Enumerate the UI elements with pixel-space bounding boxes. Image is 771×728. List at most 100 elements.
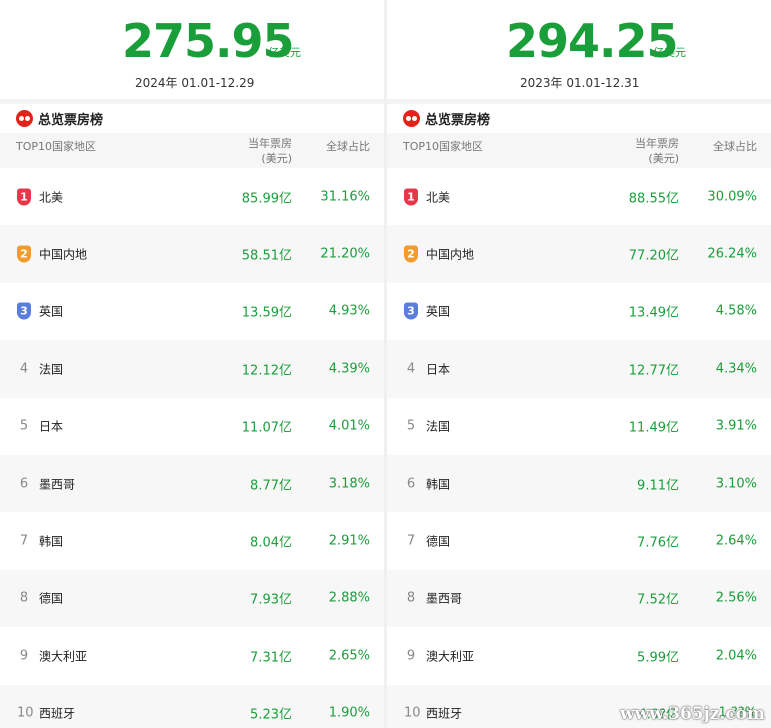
box-office-value: 7.52亿 [637,592,679,608]
header-box-line1: 当年票房 [635,137,679,150]
total-unit: 亿美元 [268,46,301,59]
rank-number: 10 [404,705,421,721]
maoyan-logo-icon [16,109,33,127]
header-box-office: 当年票房 (美元) [635,136,679,166]
rank-number: 5 [406,418,416,434]
section-title: 总览票房榜 [38,112,104,128]
box-office-value: 5.99亿 [637,650,679,666]
section-separator [0,99,384,104]
box-office-value: 13.59亿 [241,305,292,321]
global-share-value: 2.91% [328,533,370,549]
table-row[interactable]: 5 日本 11.07亿 4.01% [0,398,384,455]
total-summary: 275.95 亿美元 2024年 01.01-12.29 [0,12,384,98]
table-header: TOP10国家地区 当年票房 (美元) 全球占比 [0,133,384,168]
box-office-value: 7.93亿 [250,592,292,608]
region-name: 日本 [39,419,64,434]
region-name: 英国 [426,304,451,319]
table-row[interactable]: 4 法国 12.12亿 4.39% [0,340,384,398]
global-share-value: 1.90% [328,705,370,721]
table-row[interactable]: 7 德国 7.76亿 2.64% [387,512,771,569]
global-share-value: 3.10% [715,476,757,492]
global-share-value: 4.34% [715,361,757,377]
region-name: 中国内地 [39,247,88,262]
panel-2023: 294.25 亿美元 2023年 01.01-12.31 总览票房榜 TOP10… [387,0,771,728]
global-share-value: 3.18% [328,476,370,492]
total-box-office: 294.25 [506,14,679,68]
total-unit: 亿美元 [653,46,686,59]
panel-2024: 275.95 亿美元 2024年 01.01-12.29 总览票房榜 TOP10… [0,0,384,728]
rank-number: 6 [19,476,29,492]
table-row[interactable]: 7 韩国 8.04亿 2.91% [0,512,384,569]
section-separator [387,99,771,104]
rank-badge-bronze: 3 [404,302,418,320]
box-office-value: 8.04亿 [250,535,292,551]
table-row[interactable]: 6 韩国 9.11亿 3.10% [387,454,771,513]
table-row[interactable]: 8 墨西哥 7.52亿 2.56% [387,569,771,628]
box-office-value: 12.77亿 [628,363,679,379]
date-range: 2024年 01.01-12.29 [135,76,255,90]
header-box-line1: 当年票房 [248,137,292,150]
global-share-value: 2.56% [715,590,757,606]
rank-badge-silver: 2 [404,245,418,263]
table-row[interactable]: 10 西班牙 5.23亿 1.90% [0,684,384,728]
rank-number: 4 [19,361,29,377]
region-name: 墨西哥 [426,591,463,606]
table-row[interactable]: 8 德国 7.93亿 2.88% [0,569,384,628]
region-name: 北美 [39,190,64,205]
region-name: 韩国 [39,534,64,549]
box-office-value: 8.77亿 [250,478,292,494]
region-name: 法国 [39,362,64,377]
rank-number: 9 [406,648,416,664]
rank-number: 8 [19,590,29,606]
rank-number: 4 [406,361,416,377]
rank-number: 5 [19,418,29,434]
global-share-value: 2.64% [715,533,757,549]
table-row[interactable]: 4 日本 12.77亿 4.34% [387,340,771,398]
table-row[interactable]: 5 法国 11.49亿 3.91% [387,398,771,455]
region-name: 西班牙 [39,706,76,721]
global-share-value: 4.39% [328,361,370,377]
box-office-value: 13.49亿 [628,305,679,321]
rank-badge-silver: 2 [17,245,31,263]
table-row[interactable]: 3 英国 13.59亿 4.93% [0,283,384,340]
box-office-value: 11.49亿 [628,420,679,436]
region-name: 日本 [426,362,451,377]
box-office-value: 5.23亿 [250,707,292,723]
header-box-line2: (美元) [261,152,292,165]
region-name: 中国内地 [426,247,475,262]
header-box-line2: (美元) [648,152,679,165]
table-row[interactable]: 2 中国内地 58.51亿 21.20% [0,225,384,283]
table-row[interactable]: 1 北美 88.55亿 30.09% [387,168,771,225]
box-office-value: 85.99亿 [241,191,292,207]
table-row[interactable]: 2 中国内地 77.20亿 26.24% [387,225,771,283]
region-name: 澳大利亚 [426,649,475,664]
rank-number: 7 [406,533,416,549]
table-row[interactable]: 9 澳大利亚 5.99亿 2.04% [387,627,771,684]
region-name: 英国 [39,304,64,319]
global-share-value: 2.65% [328,648,370,664]
header-region: TOP10国家地区 [403,140,484,153]
table-row[interactable]: 1 北美 85.99亿 31.16% [0,168,384,225]
region-name: 德国 [39,591,64,606]
rank-number: 7 [19,533,29,549]
region-name: 德国 [426,534,451,549]
rank-number: 8 [406,590,416,606]
section-header: 总览票房榜 [403,109,490,128]
global-share-value: 21.20% [320,246,370,262]
box-office-value: 12.12亿 [241,363,292,379]
table-row[interactable]: 3 英国 13.49亿 4.58% [387,283,771,340]
table-row[interactable]: 9 澳大利亚 7.31亿 2.65% [0,627,384,684]
header-box-office: 当年票房 (美元) [248,136,292,166]
section-header: 总览票房榜 [16,109,104,128]
global-share-value: 4.01% [328,418,370,434]
global-share-value: 2.04% [715,648,757,664]
table-header: TOP10国家地区 当年票房 (美元) 全球占比 [387,133,771,168]
global-share-value: 4.93% [328,303,370,319]
region-name: 韩国 [426,477,451,492]
table-row[interactable]: 6 墨西哥 8.77亿 3.18% [0,454,384,513]
global-share-value: 30.09% [707,189,757,205]
header-share: 全球占比 [713,140,757,153]
global-share-value: 31.16% [320,189,370,205]
global-share-value: 4.58% [715,303,757,319]
rank-number: 10 [17,705,34,721]
